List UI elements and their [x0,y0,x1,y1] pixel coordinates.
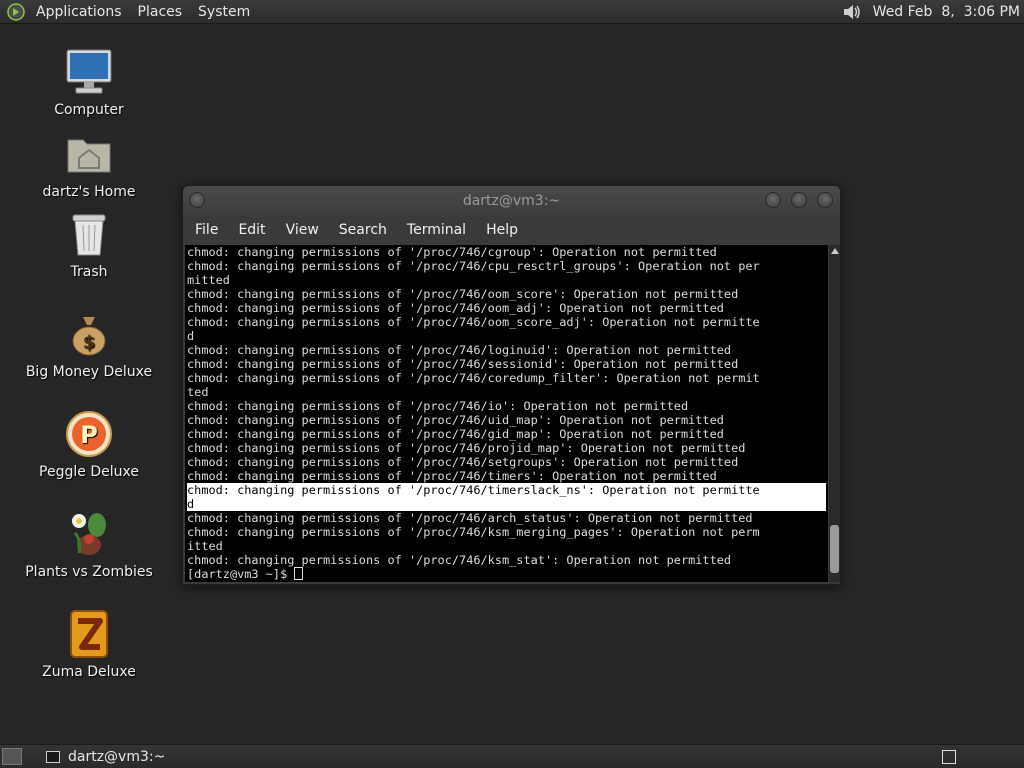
bottom-panel: dartz@vm3:~ [0,744,1024,768]
terminal-menubar: File Edit View Search Terminal Help [183,216,840,244]
terminal-line: chmod: changing permissions of '/proc/74… [187,399,689,413]
volume-icon[interactable] [841,2,863,22]
window-menu-button[interactable] [189,192,205,208]
terminal-line: d [187,497,826,511]
terminal-line: mitted [187,273,230,287]
maximize-button[interactable] [791,192,807,208]
terminal-line: chmod: changing permissions of '/proc/74… [187,441,746,455]
terminal-line: itted [187,539,223,553]
desktop-icon-home[interactable]: dartz's Home [19,128,159,200]
desktop-icon-label: Zuma Deluxe [42,664,136,680]
terminal-line: chmod: changing permissions of '/proc/74… [187,343,732,357]
close-button[interactable] [817,192,833,208]
terminal-prompt-line[interactable]: [dartz@vm3 ~]$ [187,567,826,581]
terminal-line: chmod: changing permissions of '/proc/74… [187,357,739,371]
terminal-scrollbar[interactable] [829,245,840,582]
terminal-line: ted [187,385,209,399]
show-desktop-button[interactable] [2,748,22,765]
home-folder-icon [67,139,111,173]
desktop-icon-peggle[interactable]: P Peggle Deluxe [19,408,159,480]
terminal-line: chmod: changing permissions of '/proc/74… [187,371,760,385]
terminal-line: chmod: changing permissions of '/proc/74… [187,259,760,273]
computer-icon [66,49,112,94]
terminal-line: chmod: changing permissions of '/proc/74… [187,427,724,441]
desktop-icon-plants-vs-zombies[interactable]: Plants vs Zombies [19,508,159,580]
desktop-icon-big-money[interactable]: $ Big Money Deluxe [19,308,159,380]
terminal-line: chmod: changing permissions of '/proc/74… [187,469,717,483]
terminal-line: chmod: changing permissions of '/proc/74… [187,301,724,315]
system-menu[interactable]: System [190,0,258,24]
terminal-line: chmod: changing permissions of '/proc/74… [187,245,717,259]
menu-terminal[interactable]: Terminal [397,216,476,244]
minimize-button[interactable] [765,192,781,208]
terminal-output[interactable]: chmod: changing permissions of '/proc/74… [185,245,828,582]
window-titlebar[interactable]: dartz@vm3:~ [183,186,840,216]
terminal-icon [46,750,60,763]
plants-vs-zombies-icon [72,513,106,555]
applications-menu[interactable]: Applications [28,0,130,24]
scroll-up-arrow-icon[interactable] [831,248,839,254]
places-menu[interactable]: Places [130,0,191,24]
menu-help[interactable]: Help [476,216,528,244]
svg-text:P: P [80,421,98,449]
scrollbar-thumb[interactable] [830,525,839,573]
desktop-icon-label: Big Money Deluxe [25,364,153,380]
desktop-icon-computer[interactable]: Computer [19,46,159,118]
money-bag-icon: $ [72,317,106,356]
terminal-line: chmod: changing permissions of '/proc/74… [187,525,760,539]
desktop-icon-label: Computer [54,102,124,118]
terminal-line: chmod: changing permissions of '/proc/74… [187,413,724,427]
terminal-window[interactable]: dartz@vm3:~ File Edit View Search Termin… [182,185,841,585]
top-panel: Applications Places System Wed Feb 8, 3:… [0,0,1024,24]
terminal-line: chmod: changing permissions of '/proc/74… [187,315,760,329]
text-cursor [294,567,304,580]
menu-edit[interactable]: Edit [228,216,275,244]
taskbar-item-label: dartz@vm3:~ [68,748,166,765]
terminal-line: chmod: changing permissions of '/proc/74… [187,455,739,469]
desktop-icon-label: dartz's Home [42,184,136,200]
terminal-line: chmod: changing permissions of '/proc/74… [187,553,732,567]
terminal-line: chmod: changing permissions of '/proc/74… [187,511,753,525]
peggle-icon: P [66,411,112,457]
taskbar-item-terminal[interactable]: dartz@vm3:~ [40,746,171,768]
terminal-line: chmod: changing permissions of '/proc/74… [187,287,739,301]
svg-text:$: $ [83,332,96,353]
desktop-icon-label: Plants vs Zombies [25,564,153,580]
desktop-icon-zuma[interactable]: Zuma Deluxe [19,608,159,680]
terminal-line: chmod: changing permissions of '/proc/74… [187,483,826,497]
trash-icon [72,214,106,256]
clock[interactable]: Wed Feb 8, 3:06 PM [873,4,1020,20]
shell-prompt: [dartz@vm3 ~]$ [187,567,295,581]
menu-view[interactable]: View [276,216,329,244]
workspace-switcher[interactable] [942,750,956,764]
window-title: dartz@vm3:~ [462,193,561,209]
gnome-foot-icon[interactable] [6,2,26,22]
menu-file[interactable]: File [185,216,228,244]
zuma-icon [70,610,108,658]
desktop-icon-trash[interactable]: Trash [19,208,159,280]
desktop-icon-label: Peggle Deluxe [39,464,139,480]
desktop-icon-label: Trash [70,264,108,280]
menu-search[interactable]: Search [329,216,397,244]
terminal-line: d [187,329,195,343]
